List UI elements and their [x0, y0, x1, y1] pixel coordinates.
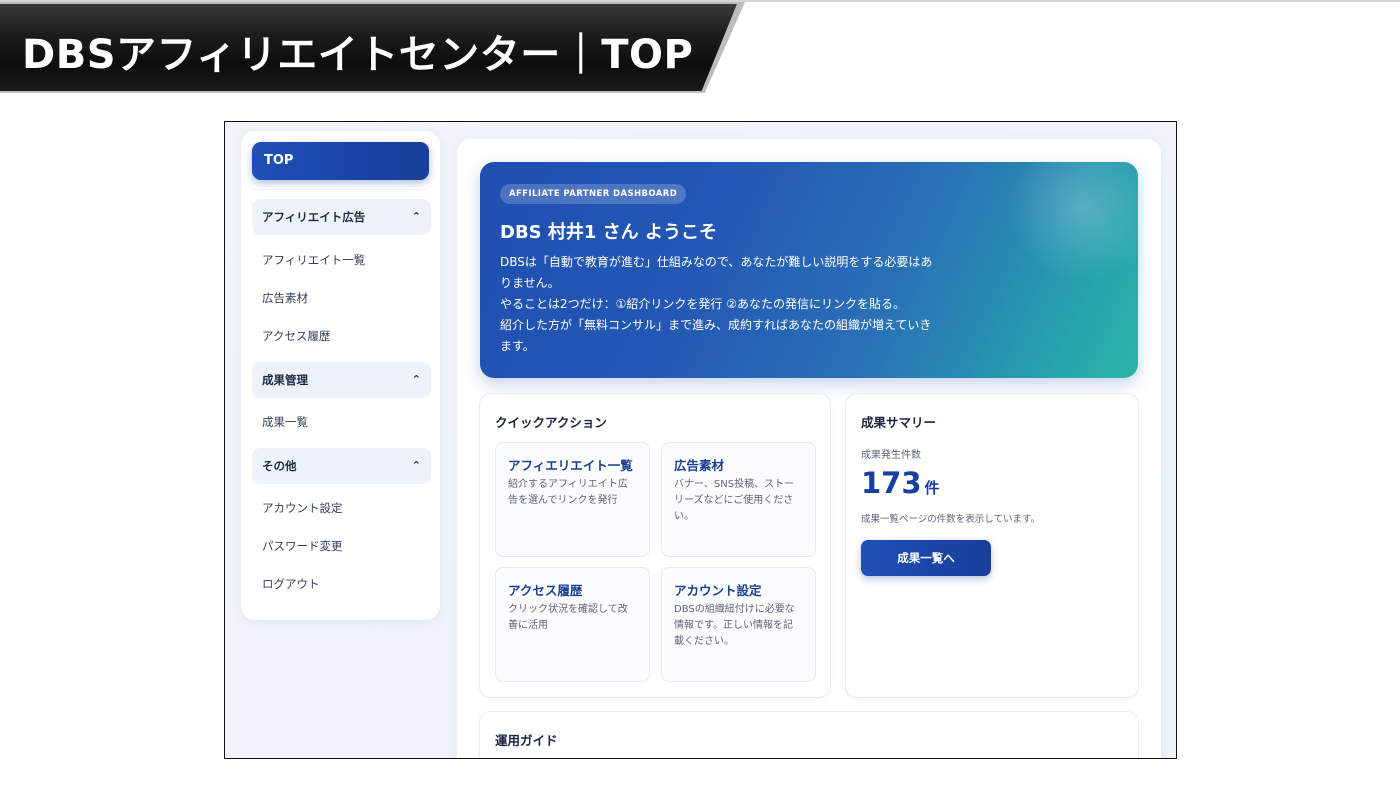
- sidebar-group-label: 成果管理: [262, 373, 308, 387]
- sidebar-group-results[interactable]: 成果管理 ⌃: [252, 362, 431, 398]
- sidebar-item-access-history[interactable]: アクセス履歴: [262, 328, 330, 344]
- summary-title: 成果サマリー: [861, 415, 937, 430]
- tile-line: 載ください。: [674, 636, 734, 647]
- slide-title: DBSアフィリエイトセンター｜TOP: [22, 32, 694, 78]
- quick-actions-card: クイックアクション アフィエリエイト一覧 紹介するアフィリエイト広 告を選んでリ…: [479, 393, 831, 698]
- tile-title: アフィエリエイト一覧: [508, 458, 633, 473]
- welcome-line: りません。: [500, 276, 560, 290]
- tile-line: 紹介するアフィリエイト広: [508, 479, 628, 490]
- main-panel: AFFILIATE PARTNER DASHBOARD DBS 村井1 さん よ…: [457, 139, 1161, 758]
- sidebar-group-other[interactable]: その他 ⌃: [252, 448, 431, 484]
- chevron-up-icon: ⌃: [411, 373, 421, 386]
- sidebar: TOP アフィリエイト広告 ⌃ アフィリエイト一覧 広告素材 アクセス履歴 成果…: [241, 131, 440, 620]
- chevron-up-icon: ⌃: [411, 459, 421, 472]
- tile-line: クリック状況を確認して改: [508, 604, 628, 615]
- quick-action-affiliate-list[interactable]: アフィエリエイト一覧 紹介するアフィリエイト広 告を選んでリンクを発行: [495, 442, 650, 557]
- guide-title: 運用ガイド: [495, 733, 558, 748]
- quick-action-account-settings[interactable]: アカウント設定 DBSの組織紐付けに必要な 情報です。正しい情報を記 載ください…: [661, 567, 816, 682]
- results-summary-card: 成果サマリー 成果発生件数 173 件 成果一覧ページの件数を表示しています。 成…: [845, 393, 1139, 698]
- tile-line: 告を選んでリンクを発行: [508, 495, 618, 506]
- results-list-button[interactable]: 成果一覧へ: [861, 540, 991, 576]
- tile-description: 紹介するアフィリエイト広 告を選んでリンクを発行: [508, 477, 638, 509]
- quick-actions-title: クイックアクション: [495, 415, 607, 430]
- operation-guide-card: 運用ガイド: [479, 711, 1139, 758]
- sidebar-item-logout[interactable]: ログアウト: [262, 576, 320, 592]
- results-count-unit: 件: [924, 479, 940, 497]
- tile-title: アクセス履歴: [508, 583, 583, 598]
- tile-title: アカウント設定: [674, 583, 762, 598]
- welcome-line: DBSは「自動で教育が進む」仕組みなので、あなたが難しい説明をする必要はあ: [500, 255, 933, 269]
- tile-line: リーズなどにご使用くださ: [674, 495, 794, 506]
- sidebar-group-label: アフィリエイト広告: [262, 210, 366, 224]
- sidebar-item-top[interactable]: TOP: [252, 142, 429, 180]
- tile-description: DBSの組織紐付けに必要な 情報です。正しい情報を記 載ください。: [674, 602, 804, 650]
- tile-description: クリック状況を確認して改 善に活用: [508, 602, 638, 634]
- tile-line: バナー、SNS投稿、ストー: [674, 479, 795, 490]
- welcome-line: ます。: [500, 339, 535, 353]
- results-count-value: 173: [861, 466, 922, 500]
- sidebar-item-account-settings[interactable]: アカウント設定: [262, 500, 343, 516]
- slide-top-rule: [0, 0, 1400, 2]
- hero-glow-decoration: [1008, 162, 1138, 282]
- summary-note: 成果一覧ページの件数を表示しています。: [861, 514, 1041, 525]
- chevron-up-icon: ⌃: [411, 210, 421, 223]
- tile-line: DBSの組織紐付けに必要な: [674, 604, 795, 615]
- quick-action-ad-materials[interactable]: 広告素材 バナー、SNS投稿、ストー リーズなどにご使用くださ い。: [661, 442, 816, 557]
- sidebar-group-label: その他: [262, 459, 297, 473]
- quick-action-access-history[interactable]: アクセス履歴 クリック状況を確認して改 善に活用: [495, 567, 650, 682]
- slide-banner: DBSアフィリエイトセンター｜TOP: [0, 2, 745, 93]
- sidebar-item-affiliate-list[interactable]: アフィリエイト一覧: [262, 252, 365, 268]
- tile-line: 善に活用: [508, 620, 548, 631]
- sidebar-item-results-list[interactable]: 成果一覧: [262, 414, 308, 430]
- welcome-line: 紹介した方が「無料コンサル」まで進み、成約すればあなたの組織が増えていき: [500, 318, 932, 332]
- sidebar-item-ad-materials[interactable]: 広告素材: [262, 290, 308, 306]
- sidebar-item-password-change[interactable]: パスワード変更: [262, 538, 343, 554]
- sidebar-group-affiliate[interactable]: アフィリエイト広告 ⌃: [252, 199, 431, 235]
- welcome-hero: AFFILIATE PARTNER DASHBOARD DBS 村井1 さん よ…: [480, 162, 1138, 378]
- sidebar-divider: [252, 189, 429, 190]
- tile-line: い。: [674, 511, 694, 522]
- results-count: 173 件: [861, 466, 940, 500]
- dashboard-badge: AFFILIATE PARTNER DASHBOARD: [500, 184, 687, 204]
- summary-label: 成果発生件数: [861, 450, 921, 461]
- tile-line: 情報です。正しい情報を記: [674, 620, 793, 631]
- welcome-line: やることは2つだけ：①紹介リンクを発行 ②あなたの発信にリンクを貼る。: [500, 297, 905, 311]
- slide-banner-fill: DBSアフィリエイトセンター｜TOP: [0, 4, 737, 91]
- app-window: TOP アフィリエイト広告 ⌃ アフィリエイト一覧 広告素材 アクセス履歴 成果…: [224, 121, 1177, 759]
- tile-title: 広告素材: [674, 458, 725, 473]
- tile-description: バナー、SNS投稿、ストー リーズなどにご使用くださ い。: [674, 477, 804, 525]
- welcome-message: DBSは「自動で教育が進む」仕組みなので、あなたが難しい説明をする必要はあ りま…: [500, 252, 950, 357]
- welcome-title: DBS 村井1 さん ようこそ: [500, 222, 717, 243]
